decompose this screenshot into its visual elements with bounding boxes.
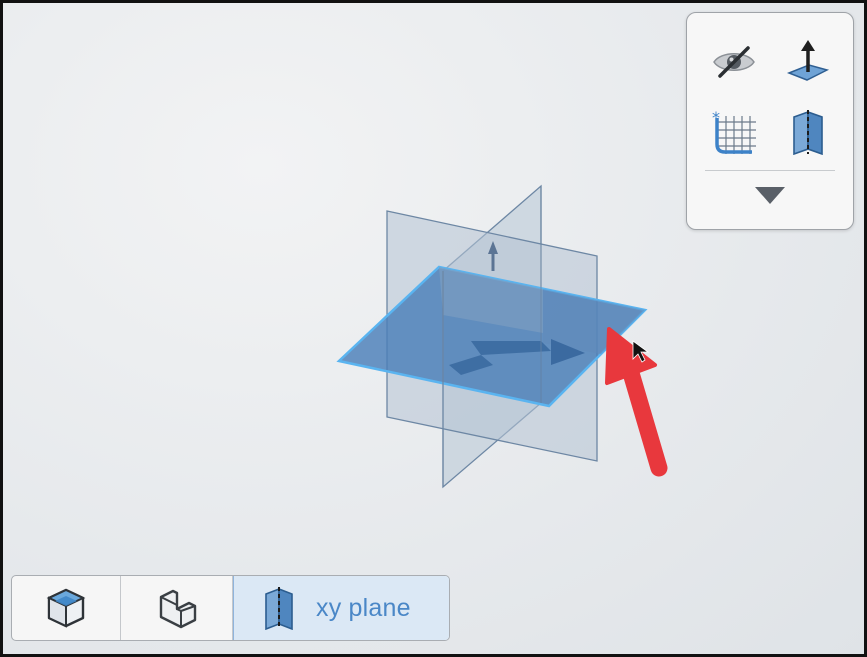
sketch-grid-icon: * (712, 108, 756, 154)
plane-icon (265, 587, 293, 630)
sketch-part-icon (159, 589, 196, 629)
active-plane-label: xy plane (316, 593, 411, 622)
plane-mode-button[interactable]: xy plane (233, 576, 449, 640)
svg-text:*: * (712, 108, 720, 127)
plane-button[interactable] (783, 109, 833, 155)
toolbar-separator (705, 170, 835, 171)
eye-slash-icon (713, 46, 755, 78)
hide-button[interactable] (709, 39, 759, 85)
app-frame: * xy plane (0, 0, 867, 657)
plane-toolbar: * (686, 12, 854, 230)
sketch-grid-button[interactable]: * (709, 108, 759, 155)
sketch-mode-button[interactable] (121, 576, 233, 640)
solid-mode-button[interactable] (12, 576, 121, 640)
xy-plane[interactable] (336, 265, 648, 408)
solid-cube-icon (46, 588, 86, 628)
more-options-button[interactable] (745, 175, 795, 215)
mode-bar: xy plane (11, 575, 450, 641)
triangle-down-icon (755, 187, 785, 204)
plane-normal-arrow-icon (786, 40, 830, 81)
view-normal-button[interactable] (783, 39, 833, 85)
plane-icon (793, 110, 823, 155)
